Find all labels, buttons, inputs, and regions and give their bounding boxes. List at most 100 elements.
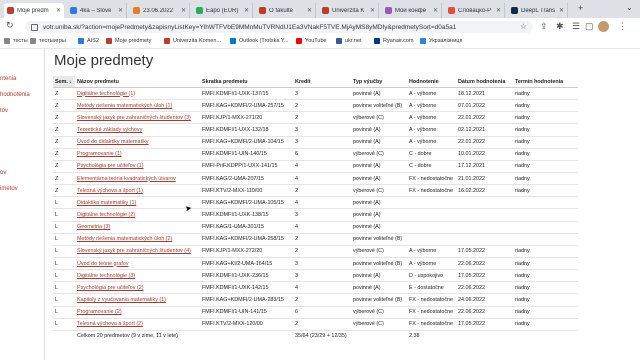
table-cell: FX - nedostatočne — [407, 293, 456, 307]
course-link[interactable]: Telesná výchova a šport (1) — [77, 188, 143, 194]
bookmark-item[interactable]: Univerzita Komen... — [164, 38, 221, 44]
reading-list-icon[interactable]: ☰ — [572, 21, 580, 32]
bookmark-item[interactable]: Outlook (Trotska Y... — [230, 38, 288, 44]
table-cell: 22.01.2022 — [456, 136, 513, 149]
browser-tab[interactable]: Eapo (EUR) ✕ — [193, 3, 253, 18]
browser-tab[interactable]: Словацко-Р ✕ — [445, 3, 505, 18]
table-cell: 2 — [293, 293, 351, 307]
course-link[interactable]: Digitálne technológie (1) — [77, 91, 135, 97]
course-link[interactable]: Programovanie (2) — [77, 309, 122, 315]
table-row: L Geometria (3) FMFI.KAG/1-UMA-301/15 4 povi… — [53, 221, 578, 234]
table-cell: FMFI-PriF.KDPP/1-UXX-141/15 — [200, 160, 293, 173]
profile-avatar[interactable] — [598, 21, 609, 32]
column-header[interactable]: Termín hodnotenia — [513, 76, 578, 88]
column-header[interactable]: Dátum hodnotenia — [456, 76, 513, 88]
course-link[interactable]: Úvod do teórie grafov — [77, 261, 129, 267]
course-link[interactable]: Elementárna teória kvadratických útvarov — [77, 176, 176, 182]
new-tab-button[interactable]: + — [578, 3, 583, 13]
lock-icon — [31, 24, 38, 31]
table-cell: A - výborne — [407, 111, 456, 125]
table-cell — [456, 196, 513, 210]
summary-cell: 35/64 (23/29 + 12/35) — [295, 333, 347, 340]
bookmark-item[interactable]: Ryanair.com — [374, 38, 414, 44]
bookmark-item[interactable]: AIS2 — [78, 38, 99, 44]
reload-icon[interactable]: ↻ — [6, 20, 14, 31]
browser-tab[interactable]: Univerzita K ✕ — [319, 3, 379, 18]
column-header[interactable]: Sem. ↓ — [53, 76, 75, 88]
tab-label: 23.06.2022 — [143, 7, 174, 14]
course-link[interactable]: Slovenský jazyk pre zahraničných študent… — [77, 248, 191, 254]
course-link[interactable]: Digitálne technológie (2) — [77, 212, 135, 218]
table-cell: A - výborne — [407, 245, 456, 258]
bookmark-star-icon[interactable]: ☆ — [520, 22, 527, 31]
sidebar-link-3[interactable]: tov — [0, 108, 8, 114]
course-link[interactable]: Metódy riešenia matematických úloh (1) — [77, 103, 172, 109]
table-summary-row: Celkom 20 predmetov (9 v zime, 11 v lete… — [53, 330, 578, 342]
tab-close-icon[interactable]: ✕ — [244, 7, 249, 14]
course-link[interactable]: Psychológia pre učiteľov (2) — [77, 285, 144, 291]
tab-close-icon[interactable]: ✕ — [181, 7, 186, 14]
share-icon[interactable]: ⇪ — [540, 21, 548, 32]
bookmark-item[interactable]: YouTube — [296, 38, 327, 44]
address-bar[interactable]: votr.uniba.sk/?action=mojePredmety&zapis… — [25, 21, 533, 33]
course-link[interactable]: Teoretické základy výchovy — [77, 127, 142, 133]
bookmark-item[interactable]: тестыигры — [30, 38, 66, 44]
bookmark-item[interactable]: ukr.net — [336, 38, 362, 44]
course-link[interactable]: Kapitoly z vyučovania matematiky (1) — [77, 297, 166, 303]
extensions-icon[interactable]: ✱ — [556, 21, 564, 32]
table-cell: L — [53, 257, 75, 271]
tab-close-icon[interactable]: ✕ — [559, 7, 564, 14]
tab-close-icon[interactable]: ✕ — [307, 7, 312, 14]
table-cell: D - uspokojivo — [407, 269, 456, 283]
tab-favicon-icon — [511, 7, 518, 14]
column-header[interactable]: Kredit — [293, 76, 351, 88]
tab-search-icon[interactable]: ⌄ — [626, 3, 633, 12]
table-cell: 2 — [293, 245, 351, 258]
tab-close-icon[interactable]: ✕ — [496, 7, 501, 14]
menu-kebab-icon[interactable]: ⋮ — [618, 21, 627, 32]
table-cell — [513, 221, 578, 234]
table-cell: riadny — [513, 318, 578, 331]
browser-tab[interactable]: O fakulte ✕ — [256, 3, 316, 18]
column-header[interactable]: Názov predmetu — [75, 76, 200, 88]
browser-tab[interactable]: Moje predm ✕ — [4, 3, 64, 18]
tab-close-icon[interactable]: ✕ — [56, 7, 61, 14]
browser-tab[interactable]: Мои конфе ✕ — [382, 3, 442, 18]
sidebar-link-2[interactable]: hodnotenia — [0, 92, 30, 98]
course-link[interactable]: Programovanie (1) — [77, 151, 122, 157]
table-cell: 3 — [293, 257, 351, 271]
sidebar-link-1[interactable]: ntenia — [0, 76, 16, 82]
table-cell: riadny — [513, 111, 578, 125]
sidebar-link-4[interactable]: ov — [0, 170, 6, 176]
column-header[interactable]: Skratka predmetu — [200, 76, 293, 88]
table-cell: 17.05.2022 — [456, 318, 513, 331]
table-row: Z Programovanie (1) FMFI.KDMFI/1-UIN-140/1… — [53, 148, 578, 161]
table-row: Z Digitálne technológie (1) FMFI.KDMFI/1-U… — [53, 87, 578, 101]
table-cell: 3 — [293, 87, 351, 101]
course-link[interactable]: Geometria (3) — [77, 224, 110, 230]
column-header[interactable]: Hodnotenie — [407, 76, 456, 88]
course-link[interactable]: Digitálne technológie (3) — [77, 273, 135, 279]
table-row: Z Úvod do didaktiky matematiky FMFI.KAG+KD… — [53, 136, 578, 149]
course-link[interactable]: Psychológia pre učiteľov (1) — [77, 163, 144, 169]
browser-tab[interactable]: DeepL Trans ✕ — [508, 3, 568, 18]
course-link[interactable]: Metódy riešenia matematických úloh (2) — [77, 236, 172, 242]
course-link[interactable]: Slovenský jazyk pre zahraničných študent… — [77, 115, 191, 121]
browser-tab[interactable]: 23.06.2022 ✕ — [130, 3, 190, 18]
table-cell: výberové (C) — [351, 318, 407, 331]
bookmark-label: YouTube — [305, 38, 327, 44]
tab-label: Moje predm — [17, 7, 49, 14]
bookmark-item[interactable]: Укрзалізниця — [420, 38, 462, 44]
sidebar-link-5[interactable]: imetov — [0, 186, 18, 192]
sidebar-icon[interactable]: ▢ — [585, 21, 594, 32]
course-link[interactable]: Didaktika matematiky (1) — [77, 200, 136, 206]
bookmark-item[interactable]: тесты — [4, 38, 28, 44]
browser-tab[interactable]: 4ka – Slove ✕ — [67, 3, 127, 18]
column-header[interactable]: Typ výučby — [351, 76, 407, 88]
tab-close-icon[interactable]: ✕ — [118, 7, 123, 14]
bookmark-item[interactable]: Moje predmety — [106, 38, 151, 44]
tab-close-icon[interactable]: ✕ — [433, 7, 438, 14]
course-link[interactable]: Telesná výchova a šport (2) — [77, 321, 143, 327]
tab-close-icon[interactable]: ✕ — [370, 7, 375, 14]
course-link[interactable]: Úvod do didaktiky matematiky — [77, 139, 149, 145]
